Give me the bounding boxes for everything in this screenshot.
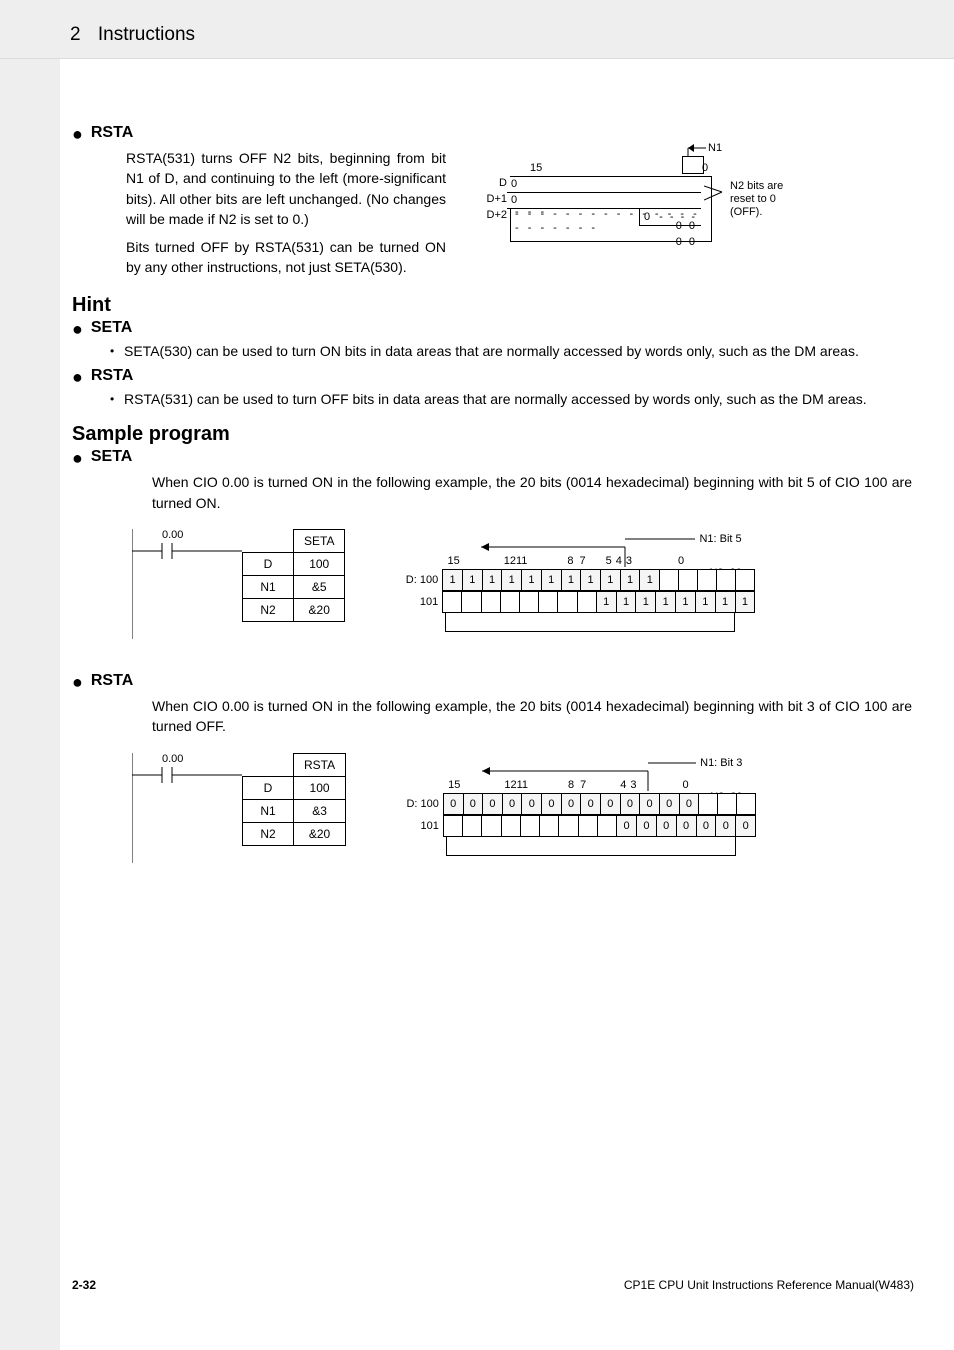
col-label: 1211 — [504, 555, 528, 567]
chapter-header: 2 Instructions — [70, 24, 195, 46]
n1-box-icon — [682, 156, 704, 174]
contact-label: 0.00 — [162, 529, 183, 541]
op-name: RSTA — [294, 753, 346, 776]
col-label: 7 — [579, 555, 585, 567]
op-row-label: N1 — [243, 575, 294, 598]
op-row-value: &3 — [294, 799, 346, 822]
col-label: 0 — [683, 779, 689, 791]
sample-rsta-heading: RSTA — [91, 672, 133, 690]
ladder-rung-icon — [132, 753, 242, 863]
op-row-label: N2 — [243, 598, 294, 621]
bit0-label: 0 — [702, 162, 708, 174]
rsta-instruction-box: RSTA D100 N1&3 N2&20 — [242, 753, 346, 846]
col-label: 7 — [580, 779, 586, 791]
hint-heading: Hint — [72, 294, 914, 317]
col-label: 4 — [620, 779, 626, 791]
left-margin-bar — [0, 0, 60, 1350]
bit-row: 1111 1111 111 — [442, 569, 755, 591]
d2-label: D+2 — [485, 209, 507, 225]
bit-val: 0 — [511, 193, 519, 207]
seta-bit-diagram: N1: Bit 5 N2: 20 bits 15 1211 8 7 5 4 3 … — [395, 529, 755, 642]
manual-title: CP1E CPU Unit Instructions Reference Man… — [624, 1278, 914, 1292]
col-label: 15 — [448, 779, 460, 791]
seta-instruction-box: SETA D100 N1&5 N2&20 — [242, 529, 345, 622]
col-label: 5 — [606, 555, 612, 567]
rsta-bit-diagram: N1: Bit 3 N2: 20 bits 15 1211 8 7 4 3 0 … — [396, 753, 756, 866]
bit-val: 0 — [511, 177, 519, 191]
note-line1: N2 bits are — [730, 180, 810, 193]
col-label: 3 — [626, 555, 632, 567]
op-row-value: &5 — [294, 575, 345, 598]
chapter-title: Instructions — [98, 24, 195, 45]
bullet-icon: ● — [72, 367, 83, 387]
row-label: 101 — [396, 820, 443, 832]
col-label: 0 — [678, 555, 684, 567]
col-label: 4 — [616, 555, 622, 567]
note-line2: reset to 0 (OFF). — [730, 193, 810, 219]
bit-val: 0 — [644, 211, 650, 223]
op-row-value: 100 — [294, 776, 346, 799]
row-label: D: 100 — [396, 798, 443, 810]
col-label: 15 — [447, 555, 459, 567]
op-row-label: D — [243, 776, 294, 799]
n1-label: N1 — [708, 142, 722, 154]
n1-label: N1: Bit 3 — [700, 757, 742, 769]
rsta-word-diagram: N1 15 0 D 0 - - - - - - - - - - - - - - … — [490, 140, 810, 260]
d-label: D — [489, 177, 507, 193]
list-bullet-icon: • — [110, 389, 124, 409]
col-label: 3 — [630, 779, 636, 791]
d1-label: D+1 — [485, 193, 507, 209]
contact-label: 0.00 — [162, 753, 183, 765]
page-number: 2-32 — [72, 1278, 96, 1292]
rsta-heading: RSTA — [91, 124, 133, 142]
bullet-icon: ● — [72, 672, 83, 692]
bullet-icon: ● — [72, 448, 83, 468]
chapter-number: 2 — [70, 24, 81, 46]
col-label: 8 — [568, 779, 574, 791]
bit-row: 0000 0000 00000 — [443, 793, 756, 815]
rsta-para1: RSTA(531) turns OFF N2 bits, beginning f… — [126, 148, 446, 229]
col-label: 8 — [567, 555, 573, 567]
sample-program-heading: Sample program — [72, 423, 914, 446]
op-row-value: 100 — [294, 552, 345, 575]
ladder-rung-icon — [132, 529, 242, 639]
n1-label: N1: Bit 5 — [699, 533, 741, 545]
op-row-label: N2 — [243, 822, 294, 845]
op-row-label: N1 — [243, 799, 294, 822]
hint-seta-heading: SETA — [91, 319, 132, 337]
bit15-label: 15 — [530, 162, 542, 174]
row-label: 101 — [395, 596, 442, 608]
bit-row: 000 0000 — [443, 815, 756, 837]
bullet-icon: ● — [72, 124, 83, 144]
hint-seta-text: SETA(530) can be used to turn ON bits in… — [124, 341, 914, 361]
hint-rsta-text: RSTA(531) can be used to turn OFF bits i… — [124, 389, 914, 409]
rsta-ladder-diagram: 0.00 RSTA D100 N1&3 N2&20 — [132, 753, 346, 863]
rsta-para2: Bits turned OFF by RSTA(531) can be turn… — [126, 237, 446, 278]
op-row-value: &20 — [294, 598, 345, 621]
seta-ladder-diagram: 0.00 SETA D100 N1&5 N2&20 — [132, 529, 345, 639]
bit-row: 1111 1111 — [442, 591, 755, 613]
bullet-icon: ● — [72, 319, 83, 339]
bit-val: 0 0 — [676, 235, 697, 249]
sample-rsta-text: When CIO 0.00 is turned ON in the follow… — [152, 696, 912, 737]
sample-seta-text: When CIO 0.00 is turned ON in the follow… — [152, 472, 912, 513]
op-row-value: &20 — [294, 822, 346, 845]
op-name: SETA — [294, 529, 345, 552]
row-label: D: 100 — [395, 574, 442, 586]
list-bullet-icon: • — [110, 341, 124, 361]
hint-rsta-heading: RSTA — [91, 367, 133, 385]
sample-seta-heading: SETA — [91, 448, 132, 466]
op-row-label: D — [243, 552, 294, 575]
col-label: 1211 — [504, 779, 528, 791]
